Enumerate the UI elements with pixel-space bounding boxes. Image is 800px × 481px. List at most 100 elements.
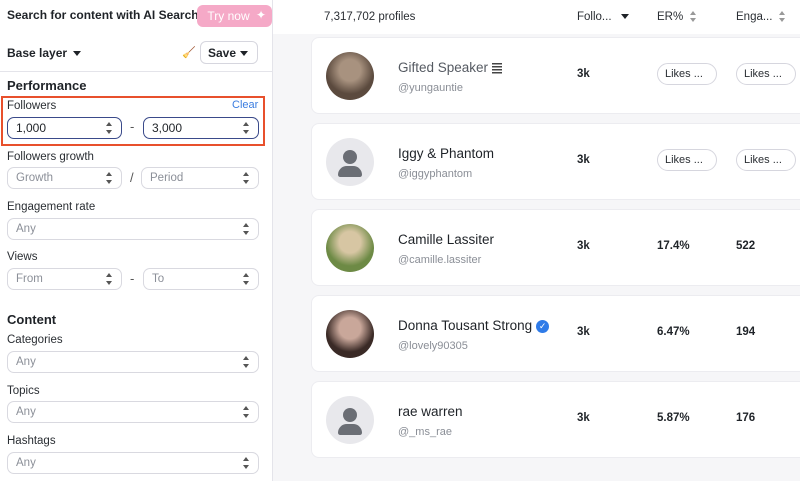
engagement-rate-label: Engagement rate <box>7 201 96 213</box>
profile-card[interactable]: Camille Lassiter @camille.lassiter 3k 17.4%… <box>311 209 800 286</box>
period-select[interactable]: Period <box>141 167 259 189</box>
growth-value: Growth <box>16 172 54 184</box>
profile-handle: @lovely90305 <box>398 340 468 352</box>
profile-handle: @yungauntie <box>398 82 463 94</box>
profile-name[interactable]: rae warren <box>398 404 463 419</box>
profile-handle: @camille.lassiter <box>398 254 482 266</box>
hashtags-label: Hashtags <box>7 435 56 447</box>
er-likes-pill[interactable]: Likes ... <box>657 63 717 85</box>
sparkle-icon: ✦ <box>255 8 266 22</box>
er-value: Likes ... <box>665 154 703 166</box>
er-likes-pill[interactable]: Likes ... <box>657 149 717 171</box>
save-button[interactable]: Save <box>200 41 258 64</box>
views-label: Views <box>7 251 38 263</box>
avatar[interactable] <box>326 310 374 358</box>
results-header: 7,317,702 profiles Follo... ER% Enga... <box>273 0 800 34</box>
topics-label: Topics <box>7 385 40 397</box>
views-from-input[interactable]: From <box>7 268 122 290</box>
views-to-input[interactable]: To <box>143 268 259 290</box>
layer-row: Base layer 🧹 Save <box>7 41 261 64</box>
avatar-placeholder <box>326 396 374 444</box>
categories-label: Categories <box>7 334 63 346</box>
base-layer-label: Base layer <box>7 46 68 60</box>
avatar[interactable] <box>326 52 374 100</box>
followers-value: 3k <box>577 240 590 252</box>
avatar[interactable] <box>326 224 374 272</box>
ai-search-label: Search for content with AI Search <box>7 8 199 22</box>
growth-separator: / <box>130 170 134 185</box>
profile-name-text: Donna Tousant Strong <box>398 318 533 333</box>
profile-name[interactable]: Donna Tousant Strong ✓ <box>398 318 550 333</box>
column-engagement-label: Enga... <box>736 11 773 23</box>
followers-highlight-box <box>1 96 265 146</box>
engagement-value: 176 <box>736 412 756 424</box>
flag-icon <box>492 62 503 74</box>
period-value: Period <box>150 172 184 184</box>
stepper-icon <box>243 356 250 368</box>
engagement-value: 522 <box>736 240 756 252</box>
performance-title: Performance <box>7 78 87 93</box>
topics-select[interactable]: Any <box>7 401 259 423</box>
er-value: 17.4% <box>657 240 690 252</box>
column-followers-label: Follo... <box>577 11 612 23</box>
sort-icon <box>690 11 697 23</box>
base-layer-dropdown[interactable]: Base layer <box>7 46 82 60</box>
followers-value: 3k <box>577 154 590 166</box>
stepper-icon <box>243 457 250 469</box>
profile-card[interactable]: rae warren @_ms_rae 3k 5.87% 176 <box>311 381 800 458</box>
profile-card[interactable]: Donna Tousant Strong ✓ @lovely90305 3k 6.47%… <box>311 295 800 372</box>
hashtags-select[interactable]: Any <box>7 452 259 474</box>
stepper-icon <box>243 273 250 285</box>
profile-name-text: Gifted Speaker <box>398 60 489 75</box>
engagement-likes-pill[interactable]: Likes ... <box>736 149 796 171</box>
categories-value: Any <box>16 356 36 368</box>
column-er[interactable]: ER% <box>657 11 697 23</box>
engagement-likes-pill[interactable]: Likes ... <box>736 63 796 85</box>
chevron-down-icon <box>240 51 248 56</box>
profile-card[interactable]: Iggy & Phantom @iggyphantom 3k Likes ... Lik… <box>311 123 800 200</box>
filter-panel: Search for content with AI Search Try no… <box>0 0 273 481</box>
engagement-value: 194 <box>736 326 756 338</box>
topics-value: Any <box>16 406 36 418</box>
engagement-value: Likes ... <box>744 154 782 166</box>
user-icon-body <box>338 166 362 177</box>
column-followers[interactable]: Follo... <box>577 11 629 23</box>
user-icon <box>343 150 357 164</box>
profile-name-text: Camille Lassiter <box>398 232 495 247</box>
followers-value: 3k <box>577 68 590 80</box>
avatar-placeholder <box>326 138 374 186</box>
sort-icon <box>779 11 786 23</box>
followers-growth-label: Followers growth <box>7 151 94 163</box>
stepper-icon <box>243 406 250 418</box>
profile-name[interactable]: Iggy & Phantom <box>398 146 494 161</box>
broom-icon[interactable]: 🧹 <box>182 46 196 59</box>
profile-card[interactable]: Gifted Speaker @yungauntie 3k Likes ... Like… <box>311 37 800 114</box>
growth-select[interactable]: Growth <box>7 167 122 189</box>
user-icon <box>343 408 357 422</box>
try-now-button[interactable]: Try now ✦ <box>197 5 272 27</box>
chevron-down-icon <box>73 51 82 57</box>
try-now-label: Try now <box>207 9 250 23</box>
ai-search-row: Search for content with AI Search Try no… <box>7 5 272 27</box>
profile-name[interactable]: Camille Lassiter <box>398 232 494 247</box>
profile-name[interactable]: Gifted Speaker <box>398 60 503 75</box>
views-separator: - <box>130 271 135 286</box>
profile-name-text: Iggy & Phantom <box>398 146 495 161</box>
followers-value: 3k <box>577 412 590 424</box>
profile-handle: @_ms_rae <box>398 426 452 438</box>
profile-count: 7,317,702 profiles <box>324 11 416 23</box>
engagement-rate-select[interactable]: Any <box>7 218 259 240</box>
verified-badge-icon: ✓ <box>536 319 550 333</box>
profile-name-text: rae warren <box>398 404 463 419</box>
column-er-label: ER% <box>657 11 684 23</box>
stepper-icon <box>243 172 250 184</box>
stepper-icon <box>106 273 113 285</box>
hashtags-value: Any <box>16 457 36 469</box>
categories-select[interactable]: Any <box>7 351 259 373</box>
engagement-value: Likes ... <box>744 68 782 80</box>
views-to-value: To <box>152 273 165 285</box>
followers-value: 3k <box>577 326 590 338</box>
divider <box>0 71 272 72</box>
column-engagement[interactable]: Enga... <box>736 11 786 23</box>
views-from-value: From <box>16 273 43 285</box>
